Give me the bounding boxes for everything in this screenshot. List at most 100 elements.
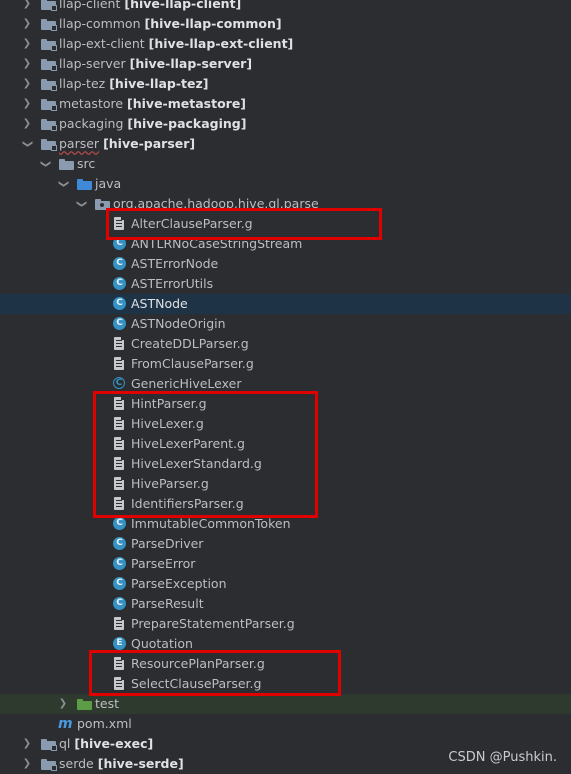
folder-icon-part — [77, 701, 92, 710]
module-name: [hive-llap-ext-client] — [148, 36, 294, 51]
tree-row-class-selected[interactable]: C ASTNode — [0, 294, 571, 314]
class-icon: C — [113, 317, 126, 330]
source-folder-icon — [77, 179, 92, 190]
chevron-down-icon[interactable]: ❯ — [35, 159, 55, 169]
tree-row-class[interactable]: C ParseResult — [0, 594, 571, 614]
tree-row-llap-tez[interactable]: ❯ llap-tez [hive-llap-tez] — [0, 74, 571, 94]
folder-icon-part — [41, 761, 57, 771]
tree-row-file[interactable]: FromClauseParser.g — [0, 354, 571, 374]
tree-label: ASTErrorNode — [131, 256, 219, 271]
module-folder-icon — [41, 19, 57, 31]
tree-text: llap-ext-client [hive-llap-ext-client] — [59, 34, 293, 54]
class-icon: C — [113, 537, 126, 550]
chevron-right-icon[interactable]: ❯ — [22, 14, 32, 34]
grammar-file-icon — [114, 617, 124, 630]
folder-icon-part — [41, 101, 57, 111]
tree-text: serde [hive-serde] — [59, 754, 184, 774]
folder-icon-part — [41, 61, 57, 71]
chevron-right-icon[interactable]: ❯ — [22, 54, 32, 74]
tree-label: test — [95, 696, 120, 711]
chevron-down-icon[interactable]: ❯ — [53, 179, 73, 189]
tree-row-file[interactable]: CreateDDLParser.g — [0, 334, 571, 354]
folder-icon-part — [59, 161, 74, 170]
module-folder-icon — [41, 79, 57, 91]
chevron-right-icon[interactable]: ❯ — [22, 754, 32, 774]
module-folder-icon — [41, 0, 57, 11]
tree-row-llap-server[interactable]: ❯ llap-server [hive-llap-server] — [0, 54, 571, 74]
tree-text: llap-client [hive-llap-client] — [59, 0, 241, 14]
tree-row-file[interactable]: PrepareStatementParser.g — [0, 614, 571, 634]
tree-row-class[interactable]: C ParseException — [0, 574, 571, 594]
chevron-right-icon[interactable]: ❯ — [22, 74, 32, 94]
abstract-class-icon: C — [113, 377, 125, 389]
module-name: [hive-llap-client] — [124, 0, 242, 11]
tree-text: parser [hive-parser] — [59, 134, 195, 154]
chevron-right-icon[interactable]: ❯ — [58, 694, 68, 714]
tree-row-class[interactable]: C ParseError — [0, 554, 571, 574]
tree-text: metastore [hive-metastore] — [59, 94, 246, 114]
tree-row-test[interactable]: ❯ test — [0, 694, 571, 714]
tree-label: ASTNodeOrigin — [131, 316, 226, 331]
tree-row-class[interactable]: C ASTErrorUtils — [0, 274, 571, 294]
folder-icon-part — [77, 181, 92, 190]
tree-label: ql — [59, 736, 71, 751]
folder-icon-part — [41, 1, 57, 11]
chevron-right-icon[interactable]: ❯ — [22, 0, 32, 14]
folder-icon — [59, 159, 74, 170]
chevron-right-icon[interactable]: ❯ — [22, 94, 32, 114]
enum-icon: E — [113, 637, 126, 650]
tree-label: ASTErrorUtils — [131, 276, 214, 291]
folder-icon-part — [41, 21, 57, 31]
module-name: [hive-llap-server] — [129, 56, 253, 71]
tree-label: pom.xml — [77, 716, 132, 731]
tree-text: ql [hive-exec] — [59, 734, 153, 754]
tree-row-java[interactable]: ❯ java — [0, 174, 571, 194]
tree-label: llap-common — [59, 16, 141, 31]
class-icon: C — [113, 597, 126, 610]
highlight-box — [93, 391, 318, 518]
tree-row-metastore[interactable]: ❯ metastore [hive-metastore] — [0, 94, 571, 114]
tree-label: FromClauseParser.g — [131, 356, 254, 371]
chevron-down-icon[interactable]: ❯ — [17, 139, 37, 149]
tree-row-class[interactable]: C ASTNodeOrigin — [0, 314, 571, 334]
tree-row-src[interactable]: ❯ src — [0, 154, 571, 174]
chevron-right-icon[interactable]: ❯ — [22, 34, 32, 54]
tree-row-class[interactable]: C ASTErrorNode — [0, 254, 571, 274]
tree-row-pom[interactable]: m pom.xml — [0, 714, 571, 734]
chevron-down-icon[interactable]: ❯ — [71, 199, 91, 209]
tree-label: ParseDriver — [131, 536, 204, 551]
module-folder-icon — [41, 739, 57, 751]
folder-icon-part — [41, 81, 57, 91]
tree-label: java — [95, 176, 122, 191]
tree-row-class[interactable]: C ParseDriver — [0, 534, 571, 554]
module-name: [hive-llap-tez] — [109, 76, 209, 91]
module-folder-icon — [41, 139, 57, 151]
tree-label: ParseError — [131, 556, 196, 571]
grammar-file-icon — [114, 337, 124, 350]
grammar-file-icon — [114, 357, 124, 370]
tree-label: src — [77, 156, 96, 171]
tree-row-parser[interactable]: ❯ parser [hive-parser] — [0, 134, 571, 154]
tree-text: llap-common [hive-llap-common] — [59, 14, 282, 34]
tree-row-llap-common[interactable]: ❯ llap-common [hive-llap-common] — [0, 14, 571, 34]
chevron-right-icon[interactable]: ❯ — [22, 734, 32, 754]
tree-row-llap-ext-client[interactable]: ❯ llap-ext-client [hive-llap-ext-client] — [0, 34, 571, 54]
class-icon: C — [113, 557, 126, 570]
tree-label: ParseException — [131, 576, 227, 591]
class-icon: C — [113, 517, 126, 530]
module-name: [hive-metastore] — [127, 96, 247, 111]
chevron-right-icon[interactable]: ❯ — [22, 114, 32, 134]
module-name: [hive-serde] — [97, 756, 184, 771]
highlight-box — [89, 650, 341, 696]
class-icon: C — [113, 257, 126, 270]
tree-label: llap-client — [59, 0, 121, 11]
tree-row-llap-client[interactable]: ❯ llap-client [hive-llap-client] — [0, 0, 571, 14]
module-folder-icon — [41, 759, 57, 771]
maven-icon: m — [58, 716, 73, 732]
highlight-box — [106, 208, 382, 240]
tree-label: ASTNode — [131, 296, 188, 311]
class-icon: C — [113, 577, 126, 590]
folder-icon-part — [41, 121, 57, 131]
class-icon: C — [113, 297, 126, 310]
tree-row-packaging[interactable]: ❯ packaging [hive-packaging] — [0, 114, 571, 134]
